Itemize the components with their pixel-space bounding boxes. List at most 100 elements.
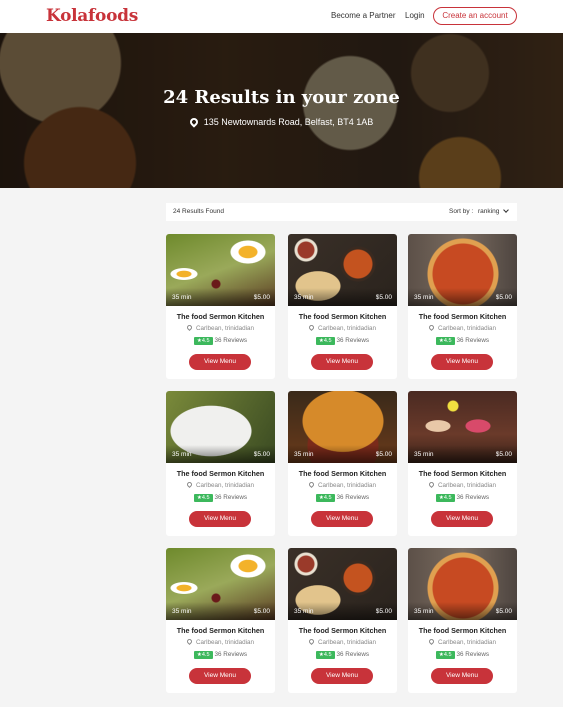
review-count: 36 Reviews [214,337,248,344]
restaurant-name[interactable]: The food Sermon Kitchen [166,469,275,478]
location-text: Carlbean, trinidadian [317,639,377,646]
restaurant-card[interactable]: 35 min $5.00 The food Sermon Kitchen Car… [166,548,275,693]
view-menu-button[interactable]: View Menu [189,354,251,370]
location-text: Carlbean, trinidadian [195,325,255,332]
top-header: Kolafoods Become a Partner Login Create … [0,0,563,33]
rating-value: 4.5 [443,495,452,501]
review-count: 36 Reviews [336,651,370,658]
create-account-button[interactable]: Create an account [433,7,517,25]
restaurant-location: Carlbean, trinidadian [288,323,397,332]
rating-value: 4.5 [201,495,210,501]
sort-label: Sort by : [449,208,474,215]
hero-overlay [0,33,563,188]
delivery-price: $5.00 [375,451,392,458]
delivery-time: 35 min [172,294,192,301]
hero-address: 135 Newtownards Road, Belfast, BT4 1AB [0,116,563,128]
restaurant-location: Carlbean, trinidadian [288,637,397,646]
review-count: 36 Reviews [336,337,370,344]
restaurant-rating: ★4.5 36 Reviews [166,494,275,502]
restaurant-card[interactable]: 35 min $5.00 The food Sermon Kitchen Car… [166,391,275,536]
restaurant-name[interactable]: The food Sermon Kitchen [288,312,397,321]
restaurant-card[interactable]: 35 min $5.00 The food Sermon Kitchen Car… [408,548,517,693]
review-count: 36 Reviews [456,337,490,344]
rating-badge: ★4.5 [315,651,335,659]
results-bar: 24 Results Found Sort by : ranking [166,203,517,221]
login-link[interactable]: Login [405,11,425,20]
delivery-price: $5.00 [253,294,270,301]
address-text: 135 Newtownards Road, Belfast, BT4 1AB [203,117,374,127]
restaurant-card[interactable]: 35 min $5.00 The food Sermon Kitchen Car… [288,548,397,693]
restaurant-name[interactable]: The food Sermon Kitchen [288,469,397,478]
results-count: 24 Results Found [173,208,224,215]
restaurant-rating: ★4.5 36 Reviews [288,651,397,659]
rating-value: 4.5 [443,338,452,344]
view-menu-button[interactable]: View Menu [431,511,493,527]
restaurant-card[interactable]: 35 min $5.00 The food Sermon Kitchen Car… [288,234,397,379]
restaurant-rating: ★4.5 36 Reviews [166,651,275,659]
map-pin-icon [427,323,435,332]
map-pin-icon [185,480,193,489]
location-text: Carlbean, trinidadian [437,325,497,332]
restaurant-name[interactable]: The food Sermon Kitchen [408,469,517,478]
view-menu-button[interactable]: View Menu [431,354,493,370]
review-count: 36 Reviews [456,651,490,658]
location-text: Carlbean, trinidadian [195,482,255,489]
delivery-price: $5.00 [495,451,512,458]
map-pin-icon [427,480,435,489]
restaurant-card[interactable]: 35 min $5.00 The food Sermon Kitchen Car… [408,234,517,379]
view-menu-button[interactable]: View Menu [311,668,373,684]
restaurant-card[interactable]: 35 min $5.00 The food Sermon Kitchen Car… [408,391,517,536]
delivery-time: 35 min [172,608,192,615]
review-count: 36 Reviews [214,651,248,658]
location-text: Carlbean, trinidadian [437,639,497,646]
view-menu-button[interactable]: View Menu [311,511,373,527]
restaurant-rating: ★4.5 36 Reviews [408,337,517,345]
restaurant-location: Carlbean, trinidadian [166,480,275,489]
restaurant-location: Carlbean, trinidadian [288,480,397,489]
restaurant-name[interactable]: The food Sermon Kitchen [408,626,517,635]
delivery-price: $5.00 [375,608,392,615]
brand-logo[interactable]: Kolafoods [46,6,138,26]
delivery-time: 35 min [294,451,314,458]
rating-badge: ★4.5 [193,337,213,345]
delivery-price: $5.00 [495,294,512,301]
delivery-time: 35 min [172,451,192,458]
become-partner-link[interactable]: Become a Partner [331,11,395,20]
map-pin-icon [307,637,315,646]
rating-badge: ★4.5 [435,494,455,502]
hero-banner: 24 Results in your zone 135 Newtownards … [0,33,563,188]
rating-value: 4.5 [201,338,210,344]
delivery-price: $5.00 [375,294,392,301]
chevron-down-icon[interactable] [503,207,509,213]
review-count: 36 Reviews [336,494,370,501]
restaurant-card[interactable]: 35 min $5.00 The food Sermon Kitchen Car… [166,234,275,379]
view-menu-button[interactable]: View Menu [431,668,493,684]
view-menu-button[interactable]: View Menu [189,511,251,527]
restaurant-card[interactable]: 35 min $5.00 The food Sermon Kitchen Car… [288,391,397,536]
map-pin-icon [427,637,435,646]
view-menu-button[interactable]: View Menu [311,354,373,370]
rating-value: 4.5 [443,652,452,658]
restaurant-name[interactable]: The food Sermon Kitchen [166,626,275,635]
map-pin-icon [188,116,200,128]
restaurant-name[interactable]: The food Sermon Kitchen [166,312,275,321]
restaurant-location: Carlbean, trinidadian [166,323,275,332]
rating-value: 4.5 [323,338,332,344]
view-menu-button[interactable]: View Menu [189,668,251,684]
restaurant-location: Carlbean, trinidadian [408,480,517,489]
review-count: 36 Reviews [214,494,248,501]
delivery-time: 35 min [294,608,314,615]
restaurant-name[interactable]: The food Sermon Kitchen [288,626,397,635]
delivery-time: 35 min [414,294,434,301]
delivery-price: $5.00 [253,608,270,615]
restaurant-location: Carlbean, trinidadian [408,323,517,332]
location-text: Carlbean, trinidadian [317,482,377,489]
sort-dropdown[interactable]: ranking [478,208,499,215]
restaurant-rating: ★4.5 36 Reviews [288,337,397,345]
map-pin-icon [185,323,193,332]
rating-value: 4.5 [201,652,210,658]
restaurant-rating: ★4.5 36 Reviews [408,494,517,502]
restaurant-name[interactable]: The food Sermon Kitchen [408,312,517,321]
rating-badge: ★4.5 [315,337,335,345]
delivery-time: 35 min [414,608,434,615]
